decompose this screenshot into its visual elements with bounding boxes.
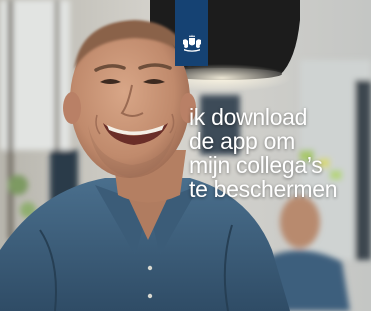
headline-line: ik download — [189, 104, 308, 130]
ad-headline: ik download de app om mijn collega’s te … — [189, 105, 367, 201]
rijksoverheid-logo[interactable] — [175, 0, 208, 66]
headline-line: te beschermen — [189, 176, 338, 202]
headline-line: mijn collega’s — [189, 152, 323, 178]
ad-banner[interactable]: ik download de app om mijn collega’s te … — [0, 0, 371, 311]
rijksoverheid-lion-emblem-icon — [182, 34, 201, 52]
headline-line: de app om — [189, 128, 295, 154]
